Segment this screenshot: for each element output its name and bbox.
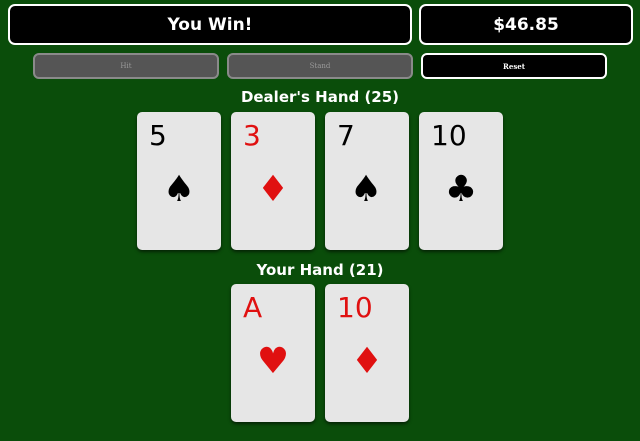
status-message: You Win! bbox=[8, 4, 412, 45]
reset-button-label: Reset bbox=[503, 61, 525, 71]
player-hand-label: Your Hand (21) bbox=[256, 261, 384, 279]
spade-icon: ♠ bbox=[162, 169, 196, 210]
balance-display: $46.85 bbox=[419, 4, 633, 45]
status-message-text: You Win! bbox=[167, 14, 253, 35]
dealer-card-4: 10 ♣ bbox=[419, 112, 503, 250]
diamond-icon: ♦ bbox=[350, 341, 384, 382]
hit-button[interactable]: Hit bbox=[33, 53, 219, 79]
dealer-card-2: 3 ♦ bbox=[231, 112, 315, 250]
card-rank: 10 bbox=[337, 291, 373, 324]
card-rank: 3 bbox=[243, 119, 261, 152]
hit-button-label: Hit bbox=[120, 62, 132, 70]
stand-button[interactable]: Stand bbox=[227, 53, 413, 79]
dealer-card-1: 5 ♠ bbox=[137, 112, 221, 250]
balance-text: $46.85 bbox=[493, 14, 559, 35]
heart-icon: ♥ bbox=[256, 341, 290, 382]
dealer-card-3: 7 ♠ bbox=[325, 112, 409, 250]
player-card-1: A ♥ bbox=[231, 284, 315, 422]
stand-button-label: Stand bbox=[309, 62, 331, 70]
spade-icon: ♠ bbox=[349, 169, 383, 210]
player-card-2: 10 ♦ bbox=[325, 284, 409, 422]
card-rank: 10 bbox=[431, 119, 467, 152]
club-icon: ♣ bbox=[444, 169, 478, 210]
card-rank: 5 bbox=[149, 119, 167, 152]
card-rank: 7 bbox=[337, 119, 355, 152]
dealer-hand-label: Dealer's Hand (25) bbox=[240, 88, 400, 106]
diamond-icon: ♦ bbox=[256, 169, 290, 210]
reset-button[interactable]: Reset bbox=[421, 53, 607, 79]
card-rank: A bbox=[243, 291, 263, 324]
